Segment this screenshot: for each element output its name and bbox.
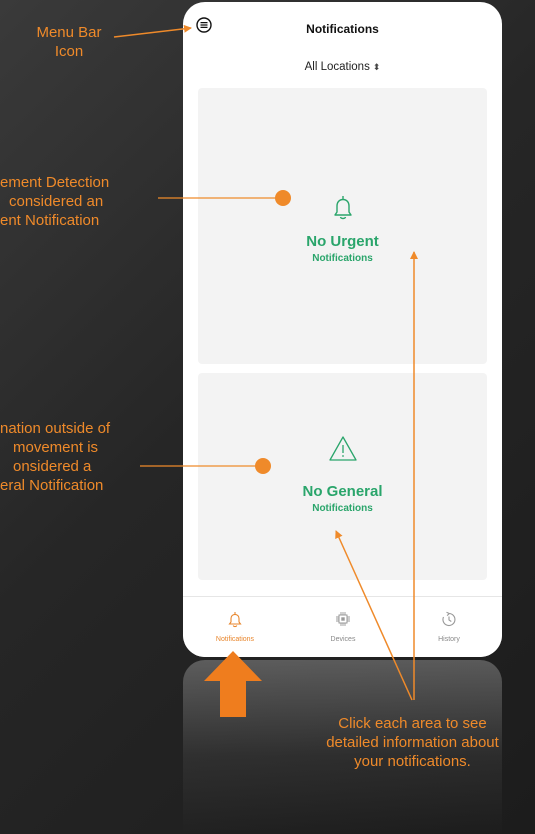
general-dot — [255, 458, 271, 474]
menu-arrow — [113, 24, 192, 38]
up-arrow-icon — [204, 651, 262, 717]
urgent-dot — [275, 190, 291, 206]
annotation-arrows — [113, 24, 418, 701]
click-arrow-general — [335, 530, 413, 701]
